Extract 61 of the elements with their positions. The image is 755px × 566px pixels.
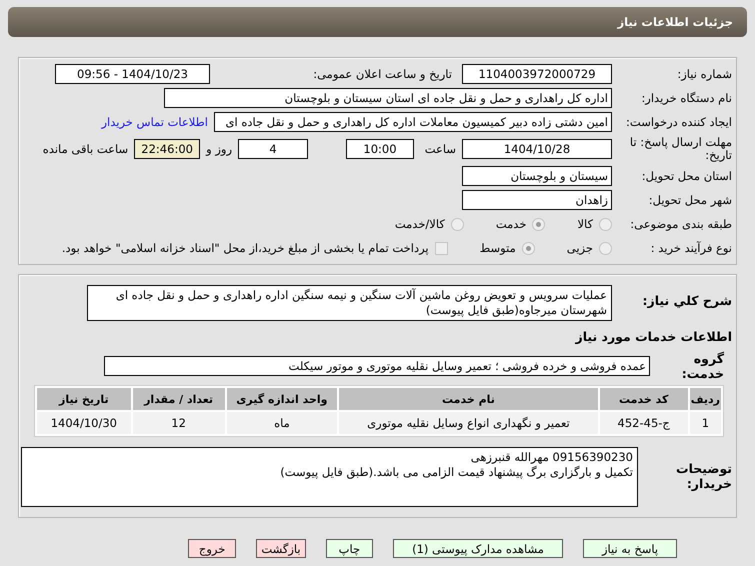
field-label: ایجاد کننده درخواست:: [625, 115, 733, 129]
table-cell: 12: [132, 412, 225, 434]
radio-button[interactable]: [532, 218, 546, 230]
column-header: کد خدمت: [600, 388, 688, 410]
table-cell: ماه: [226, 412, 338, 434]
field-label: توضیحات خریدار:: [675, 460, 733, 491]
field-label: نام دستگاه خریدار:: [640, 91, 733, 105]
notes-line: تکمیل و بارگزاری برگ پیشنهاد قیمت الزامی می باشد.(طبق فایل پیوست): [279, 465, 633, 480]
city-field: زاهدان: [462, 190, 612, 210]
field-label: شهر محل تحویل:: [648, 193, 733, 207]
creator-field: امین دشتی زاده دبیر کمیسیون معاملات اداره کل راهداری و حمل و نقل جاده ای: [214, 112, 612, 132]
action-button[interactable]: بازگشت: [256, 539, 306, 558]
table-cell: 1404/10/30: [37, 412, 131, 434]
description-box: عملیات سرویس و تعویض روغن ماشین آلات سنگین و نیمه سنگین اداره راهداری و حمل و نقل جاده ای شهرستان میرجاوه(طبق فایل پیوست): [87, 285, 612, 321]
field-label: نوع فرآیند خرید :: [650, 241, 733, 255]
remaining-time-field: 22:46:00: [134, 139, 200, 159]
service-group-field: عمده فروشی و خرده فروشی ؛ تعمیر وسایل نقلیه موتوری و موتور سیکلت: [104, 356, 650, 376]
field-label: استان محل تحویل:: [640, 169, 733, 183]
field-label: ساعت باقی مانده: [42, 142, 128, 156]
field-label: شرح کلي نياز:: [642, 292, 733, 308]
field-label: مهلت ارسال پاسخ: تا تاریخ:: [628, 136, 733, 162]
field-label: تاریخ و ساعت اعلان عمومی:: [312, 67, 453, 81]
action-button[interactable]: مشاهده مدارک پیوستی (1): [393, 539, 563, 558]
section-heading: اطلاعات خدمات مورد نیاز: [576, 328, 733, 344]
option-label: خدمت: [496, 217, 526, 231]
table-cell: ج-45-452: [600, 412, 688, 434]
checkbox[interactable]: [434, 242, 448, 254]
deadline-time-field: 10:00: [346, 139, 414, 159]
radio-button[interactable]: [522, 242, 535, 254]
need-number-field: 1104003972000729: [462, 64, 612, 84]
option-label: کالا/خدمت: [394, 217, 445, 231]
treasury-note: پرداخت تمام یا بخشی از مبلغ خرید،از محل "اسناد خزانه اسلامی" خواهد بود.: [62, 241, 429, 255]
column-header: تاریخ نیاز: [37, 388, 131, 410]
notes-line: 09156390230 مهرالله قنبرزهی: [470, 450, 633, 465]
column-header: ردیف: [690, 388, 721, 410]
field-label: گروه خدمت:: [680, 351, 725, 381]
table-cell: تعمیر و نگهداری انواع وسایل نقلیه موتوری: [339, 412, 598, 434]
deadline-date-field: 1404/10/28: [462, 139, 612, 159]
radio-button[interactable]: [599, 242, 612, 254]
field-label: ساعت: [424, 142, 456, 156]
table-cell: 1: [690, 412, 721, 434]
days-field: 4: [238, 139, 308, 159]
announce-date-field: 1404/10/23 - 09:56: [55, 64, 210, 84]
action-button[interactable]: چاپ: [326, 539, 374, 558]
column-header: تعداد / مقدار: [132, 388, 225, 410]
option-label: متوسط: [480, 241, 516, 255]
option-label: جزیی: [566, 241, 593, 255]
buyer-field: اداره کل راهداری و حمل و نقل جاده ای استان سیستان و بلوچستان: [164, 88, 612, 108]
option-label: کالا: [577, 217, 593, 231]
column-header: واحد اندازه گیری: [226, 388, 338, 410]
contact-link[interactable]: اطلاعات تماس خریدار: [101, 115, 208, 129]
column-header: نام خدمت: [339, 388, 598, 410]
action-button[interactable]: پاسخ به نیاز: [582, 539, 678, 558]
action-button[interactable]: خروج: [188, 539, 236, 558]
field-label: روز و: [206, 142, 232, 156]
radio-button[interactable]: [599, 218, 612, 230]
field-label: طبقه بندی موضوعی:: [629, 217, 733, 231]
radio-button[interactable]: [450, 218, 464, 230]
page-header: جزئیات اطلاعات نیاز: [8, 7, 747, 37]
field-label: شماره نیاز:: [676, 67, 733, 81]
province-field: سیستان و بلوچستان: [462, 166, 612, 186]
